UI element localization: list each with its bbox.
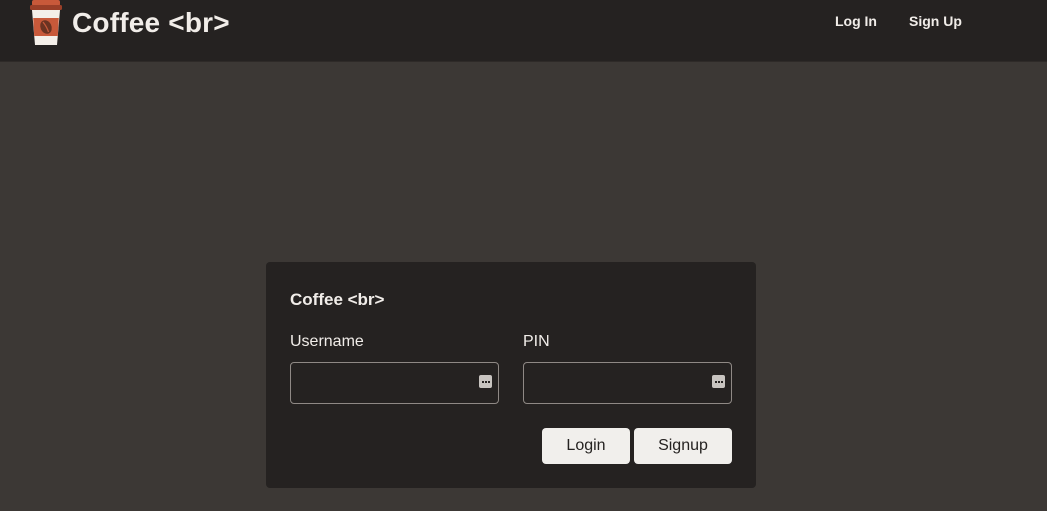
username-input[interactable]: [290, 362, 499, 404]
nav-login-link[interactable]: Log In: [835, 13, 877, 29]
card-title: Coffee <br>: [290, 290, 385, 309]
pin-label: PIN: [523, 333, 550, 350]
pin-input[interactable]: [523, 362, 732, 404]
coffee-cup-icon: [30, 0, 62, 45]
login-button[interactable]: Login: [542, 428, 630, 464]
login-card: Coffee <br> Username PIN Login Signup: [266, 262, 756, 488]
username-label: Username: [290, 333, 364, 350]
nav-signup-link[interactable]: Sign Up: [909, 13, 962, 29]
signup-button[interactable]: Signup: [634, 428, 732, 464]
password-manager-key-icon[interactable]: [479, 375, 492, 388]
nav-links: Log In Sign Up: [835, 13, 962, 29]
navbar: Coffee <br> Log In Sign Up: [0, 0, 1047, 62]
brand-name: Coffee <br>: [72, 7, 230, 38]
brand[interactable]: Coffee <br>: [29, 0, 230, 48]
password-manager-key-icon[interactable]: [712, 375, 725, 388]
